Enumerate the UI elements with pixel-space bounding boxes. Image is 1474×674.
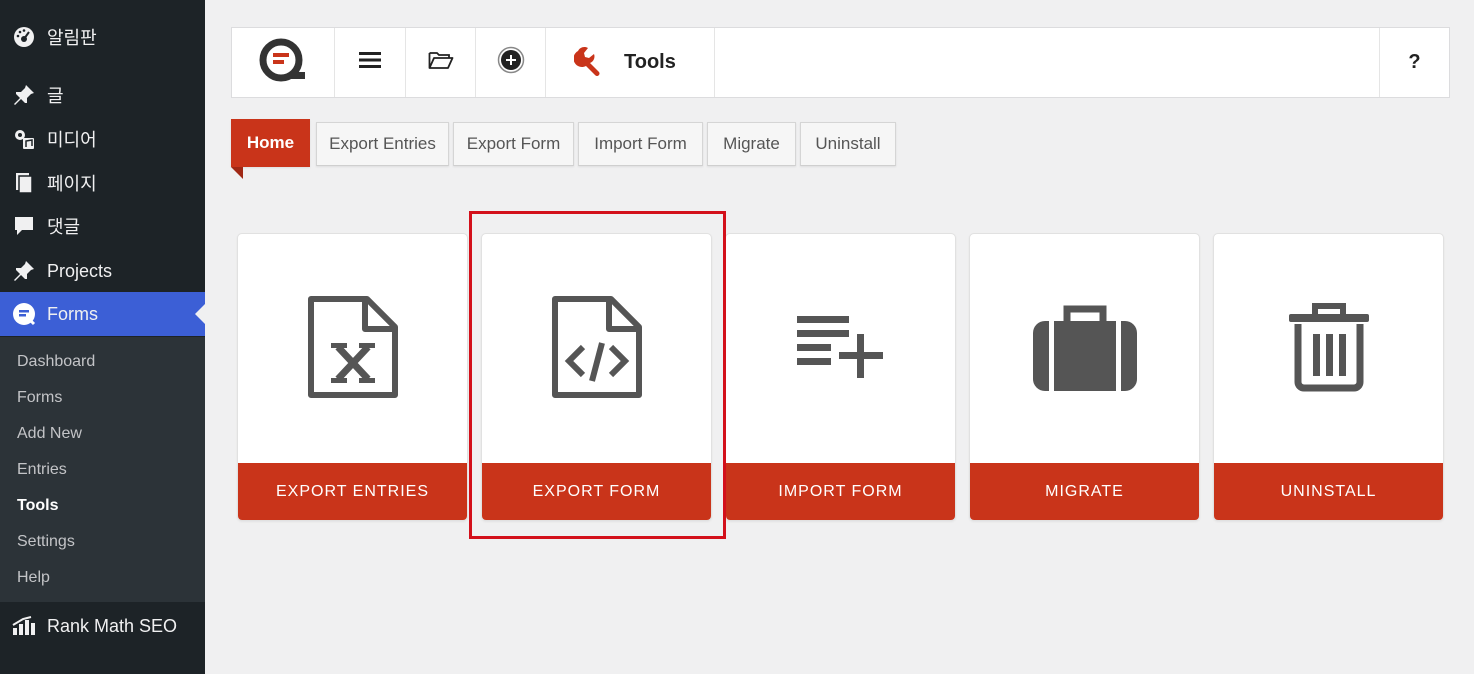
menu-item-projects[interactable]: Projects: [0, 249, 205, 293]
forms-submenu: Dashboard Forms Add New Entries Tools Se…: [0, 337, 205, 602]
card-export-entries[interactable]: EXPORT ENTRIES: [237, 233, 468, 521]
briefcase-icon: [1032, 303, 1137, 396]
add-circle-icon: [497, 46, 525, 79]
menu-label: 페이지: [47, 174, 97, 194]
card-label: UNINSTALL: [1214, 463, 1443, 520]
card-import-form[interactable]: IMPORT FORM: [725, 233, 956, 521]
menu-item-comments[interactable]: 댓글: [0, 204, 205, 248]
card-label: MIGRATE: [970, 463, 1199, 520]
menu-label: Rank Math SEO: [47, 615, 178, 636]
pin-icon: [10, 81, 38, 109]
wrench-icon: [573, 44, 606, 81]
tools-header-bar: Tools ?: [231, 27, 1450, 98]
card-migrate[interactable]: MIGRATE: [969, 233, 1200, 521]
media-icon: [10, 125, 38, 153]
menu-label: 댓글: [47, 217, 81, 237]
submenu-tools[interactable]: Tools: [17, 497, 58, 515]
card-uninstall[interactable]: UNINSTALL: [1213, 233, 1444, 521]
list-add-icon: [796, 316, 885, 383]
menu-item-posts[interactable]: 글: [0, 73, 205, 117]
page-title-area: Tools: [546, 28, 715, 97]
menu-item-dashboard[interactable]: 알림판: [0, 15, 205, 59]
folder-icon: [428, 50, 454, 75]
submenu-settings[interactable]: Settings: [17, 533, 75, 551]
pin-icon: [10, 257, 38, 285]
submenu-help[interactable]: Help: [17, 569, 50, 587]
add-form-button[interactable]: [476, 28, 546, 97]
submenu-entries[interactable]: Entries: [17, 461, 67, 479]
pages-icon: [10, 169, 38, 197]
dashboard-icon: [10, 23, 38, 51]
rank-math-icon: [10, 612, 38, 640]
formidable-logo[interactable]: [232, 28, 335, 97]
menu-label: 글: [47, 86, 64, 106]
submenu-dashboard[interactable]: Dashboard: [17, 353, 95, 371]
menu-item-media[interactable]: 미디어: [0, 117, 205, 161]
menu-label: 알림판: [47, 28, 97, 48]
menu-item-forms[interactable]: Forms: [0, 292, 205, 336]
menu-icon: [359, 51, 381, 74]
forms-folder-button[interactable]: [406, 28, 476, 97]
card-label: IMPORT FORM: [726, 463, 955, 520]
help-button[interactable]: ?: [1379, 28, 1449, 97]
trash-icon: [1287, 302, 1371, 397]
formidable-logo-icon: [259, 38, 307, 87]
page-title: Tools: [624, 51, 676, 73]
tab-fold: [231, 167, 243, 179]
menu-item-rank-math[interactable]: Rank Math SEO: [0, 604, 205, 648]
menu-label: 미디어: [47, 130, 97, 150]
highlight-box: [469, 211, 726, 539]
tab-migrate[interactable]: Migrate: [707, 122, 796, 166]
card-label: EXPORT ENTRIES: [238, 463, 467, 520]
forms-icon: [10, 300, 38, 328]
tab-uninstall[interactable]: Uninstall: [800, 122, 896, 166]
submenu-forms[interactable]: Forms: [17, 389, 62, 407]
tab-export-entries[interactable]: Export Entries: [316, 122, 449, 166]
submenu-add-new[interactable]: Add New: [17, 425, 82, 443]
menu-label: Projects: [47, 260, 113, 281]
comments-icon: [10, 212, 38, 240]
menu-label: Forms: [47, 303, 98, 324]
menu-item-pages[interactable]: 페이지: [0, 161, 205, 205]
tab-home[interactable]: Home: [231, 119, 310, 167]
tab-import-form[interactable]: Import Form: [578, 122, 703, 166]
admin-sidebar: 알림판 글 미디어 페이지 댓글 Projects Forms Dashboar…: [0, 0, 205, 674]
menu-button[interactable]: [335, 28, 406, 97]
excel-file-icon: [307, 295, 399, 404]
tab-export-form[interactable]: Export Form: [453, 122, 574, 166]
